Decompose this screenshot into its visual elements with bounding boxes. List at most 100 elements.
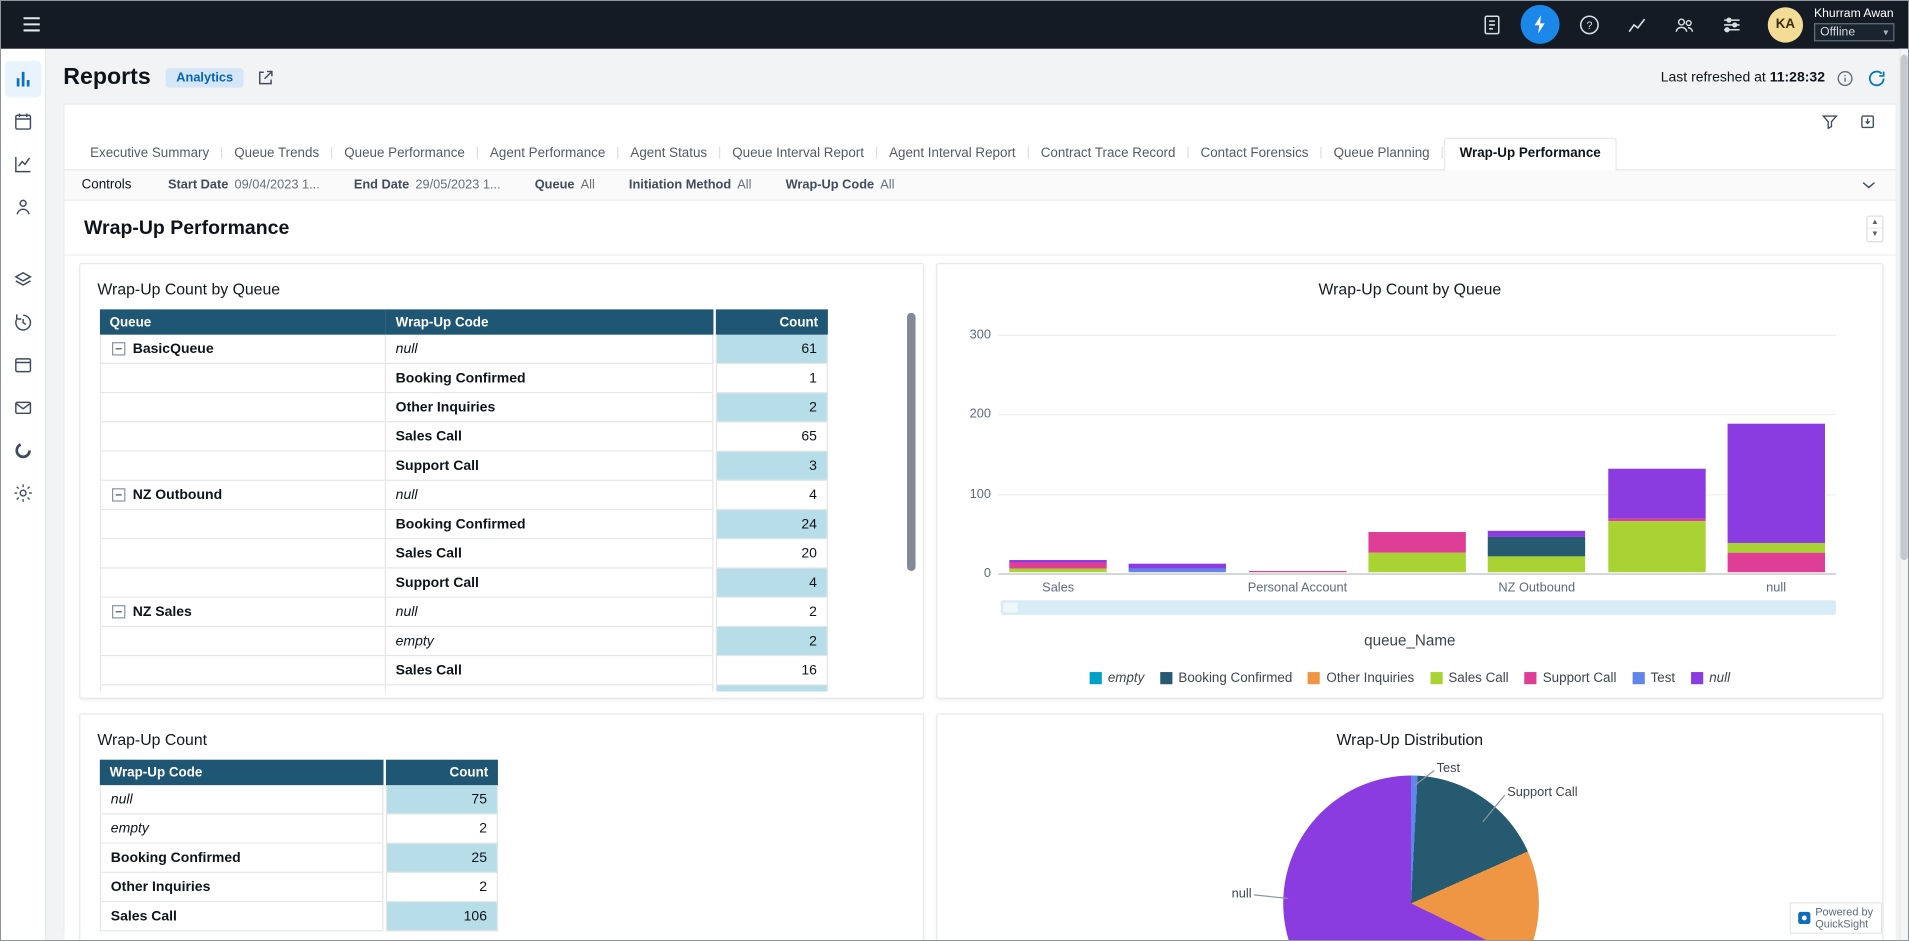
column-header-wrapup-code[interactable]: Wrap-Up Code: [386, 309, 713, 335]
sidebar-item-reports[interactable]: [4, 61, 41, 98]
table-row: Other Inquiries2: [100, 873, 923, 902]
notes-icon[interactable]: [1473, 6, 1510, 43]
tab-agent-status[interactable]: Agent Status: [619, 140, 718, 169]
filter-initiation-method[interactable]: Initiation MethodAll: [629, 178, 752, 193]
tab-contact-forensics[interactable]: Contact Forensics: [1190, 140, 1320, 169]
menu-icon[interactable]: [15, 7, 49, 41]
table-row: Sales Call20: [100, 539, 923, 568]
legend-item-test[interactable]: Test: [1632, 671, 1675, 686]
bar-nz-outbound[interactable]: [1488, 531, 1585, 572]
filter-icon[interactable]: [1820, 111, 1841, 132]
pivot-code-cell: null: [386, 598, 713, 627]
legend-swatch: [1691, 672, 1703, 684]
last-refreshed-time: 11:28:32: [1770, 71, 1825, 86]
sidebar-item-settings[interactable]: [4, 475, 41, 512]
bar-category-2[interactable]: [1129, 564, 1226, 572]
tab-agent-interval-report[interactable]: Agent Interval Report: [878, 140, 1026, 169]
scroll-up-icon[interactable]: ▲: [1868, 217, 1883, 229]
column-header-count[interactable]: Count: [716, 309, 828, 335]
pivot-code-cell: Sales Call: [386, 422, 713, 451]
pivot-header: Queue Wrap-Up Code Count: [100, 309, 923, 335]
filter-label: End Date: [354, 178, 409, 193]
sidebar-item-mail[interactable]: [4, 390, 41, 427]
pivot-table: Queue Wrap-Up Code Count BasicQueuenull6…: [100, 309, 923, 691]
collapse-icon[interactable]: [112, 488, 125, 501]
avatar[interactable]: KA: [1768, 7, 1803, 42]
filter-start-date[interactable]: Start Date09/04/2023 1...: [168, 178, 320, 193]
sidebar-item-history[interactable]: [4, 304, 41, 341]
bar-category-6[interactable]: [1608, 469, 1705, 572]
x-tick-label: NZ Outbound: [1464, 581, 1610, 596]
bar-null[interactable]: [1727, 423, 1824, 572]
legend-item-null[interactable]: null: [1691, 671, 1730, 686]
legend-item-other-inquiries[interactable]: Other Inquiries: [1308, 671, 1414, 686]
sidebar-item-analytics[interactable]: [4, 432, 41, 469]
pie-label-test: Test: [1437, 761, 1460, 776]
pivot-code-cell: Support Call: [386, 569, 713, 598]
page-scrollbar[interactable]: [1899, 49, 1909, 941]
svg-text:?: ?: [1586, 19, 1592, 31]
pivot-count-cell: 4: [716, 481, 828, 510]
table-scrollbar-thumb[interactable]: [907, 313, 916, 571]
filter-queue[interactable]: QueueAll: [535, 178, 595, 193]
pivot-queue-cell: NZ Outbound: [100, 481, 386, 510]
filter-label: Wrap-Up Code: [786, 178, 875, 193]
export-icon[interactable]: [1858, 111, 1879, 132]
tab-queue-trends[interactable]: Queue Trends: [223, 140, 330, 169]
help-icon[interactable]: ?: [1571, 6, 1608, 43]
bar-segment-sales-call: [1727, 543, 1824, 553]
count-value-cell: 25: [386, 844, 498, 873]
sidebar-item-layers[interactable]: [4, 262, 41, 299]
status-dropdown[interactable]: Offline ▾: [1814, 23, 1894, 41]
users-icon[interactable]: [1665, 6, 1702, 43]
pivot-code-cell: Booking Confirmed: [386, 510, 713, 539]
bar-category-4[interactable]: [1368, 532, 1465, 572]
tab-agent-performance[interactable]: Agent Performance: [479, 140, 616, 169]
sidebar-item-window[interactable]: [4, 347, 41, 384]
lightning-icon[interactable]: [1521, 5, 1560, 44]
sidebar-item-trends[interactable]: [4, 146, 41, 183]
sidebar-item-agent[interactable]: [4, 189, 41, 226]
info-icon[interactable]: [1836, 68, 1855, 87]
bar-personal-account[interactable]: [1249, 571, 1346, 573]
tab-wrap-up-performance[interactable]: Wrap-Up Performance: [1444, 138, 1617, 171]
legend-swatch: [1308, 672, 1320, 684]
external-link-icon[interactable]: [256, 67, 278, 89]
pivot-queue-cell: [100, 422, 386, 451]
legend-swatch: [1430, 672, 1442, 684]
tab-queue-interval-report[interactable]: Queue Interval Report: [721, 140, 875, 169]
bar-segment-sales-call: [1009, 568, 1106, 572]
bar-sales[interactable]: [1009, 560, 1106, 573]
settings-sliders-icon[interactable]: [1713, 6, 1750, 43]
pivot-count-cell: [716, 685, 828, 691]
collapse-icon[interactable]: [112, 605, 125, 618]
page-scrollbar-thumb[interactable]: [1900, 55, 1907, 560]
sheet-scrollbar[interactable]: ▲ ▼: [1866, 215, 1883, 242]
controls-expand-icon[interactable]: [1859, 175, 1878, 194]
sheet: Wrap-Up Performance ▲ ▼ Wrap-Up Count by…: [65, 201, 1896, 941]
legend-item-booking-confirmed[interactable]: Booking Confirmed: [1160, 671, 1292, 686]
collapse-icon[interactable]: [112, 342, 125, 355]
count-code-cell: null: [100, 785, 384, 814]
column-header-wrapup-code[interactable]: Wrap-Up Code: [100, 760, 384, 786]
axis-range-slider[interactable]: [1001, 600, 1836, 615]
sidebar-item-calendar[interactable]: [4, 103, 41, 140]
pie-chart[interactable]: [1283, 776, 1539, 941]
filter-wrap-up-code[interactable]: Wrap-Up CodeAll: [786, 178, 895, 193]
count-value-cell: 2: [386, 873, 498, 902]
filter-end-date[interactable]: End Date29/05/2023 1...: [354, 178, 501, 193]
pivot-queue-cell: [100, 452, 386, 481]
legend-item-support-call[interactable]: Support Call: [1524, 671, 1616, 686]
table-row: Support Call: [100, 685, 923, 691]
metrics-icon[interactable]: [1618, 6, 1655, 43]
legend-item-sales-call[interactable]: Sales Call: [1430, 671, 1509, 686]
tab-queue-performance[interactable]: Queue Performance: [333, 140, 476, 169]
scroll-down-icon[interactable]: ▼: [1868, 229, 1883, 241]
column-header-queue[interactable]: Queue: [100, 309, 386, 335]
tab-contract-trace-record[interactable]: Contract Trace Record: [1030, 140, 1187, 169]
refresh-icon[interactable]: [1866, 68, 1887, 89]
legend-item-empty[interactable]: empty: [1090, 671, 1145, 686]
tab-queue-planning[interactable]: Queue Planning: [1323, 140, 1441, 169]
tab-executive-summary[interactable]: Executive Summary: [79, 140, 220, 169]
column-header-count[interactable]: Count: [386, 760, 498, 786]
